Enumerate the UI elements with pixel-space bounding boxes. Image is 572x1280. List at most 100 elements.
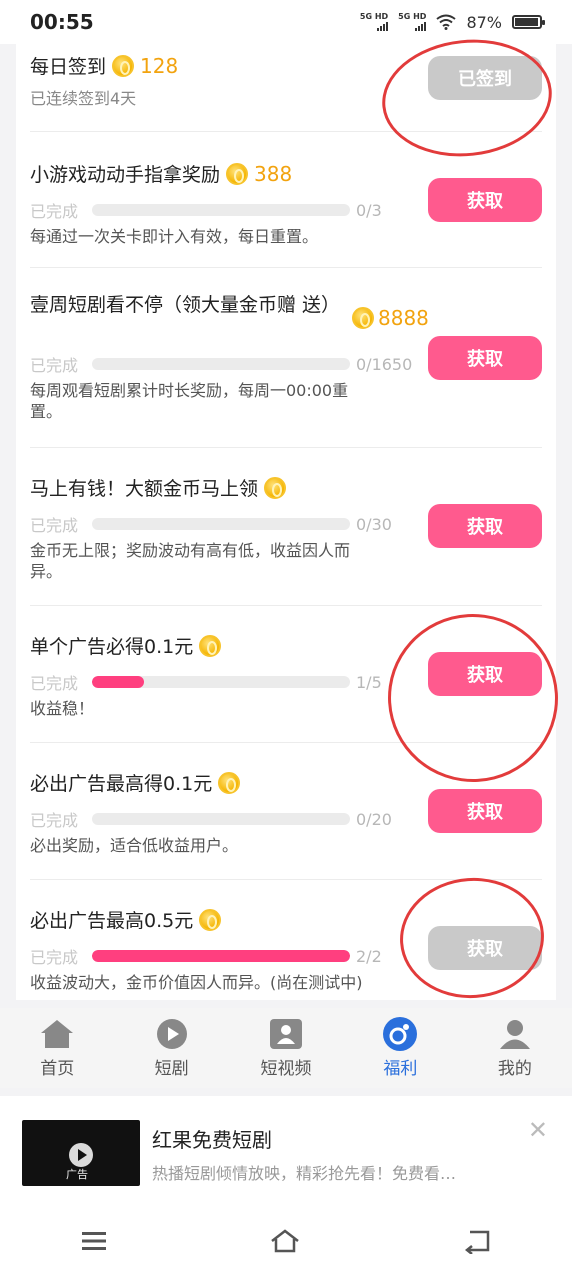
status-bar: 00:55 5G HD 5G HD 87% xyxy=(0,0,572,44)
reward: 8888 xyxy=(352,306,429,330)
ad-title: 红果免费短剧 xyxy=(152,1128,272,1152)
claim-button[interactable]: 获取 xyxy=(428,336,542,380)
task-title-text-2: 送） xyxy=(302,294,341,316)
progress-fill xyxy=(92,950,350,962)
progress-count: 1/5 xyxy=(356,672,382,692)
signal-icon-2: 5G HD xyxy=(398,12,427,31)
tab-short-video[interactable]: 短视频 xyxy=(229,1008,343,1088)
task-title: 马上有钱！大额金币马上领 xyxy=(30,474,287,501)
task-title-text: 必出广告最高得0.1元 xyxy=(30,773,213,795)
close-icon[interactable]: ✕ xyxy=(528,1116,548,1144)
task-title: 壹周短剧看不停（领大量金币赠 送） xyxy=(30,292,350,318)
task-title-text: 马上有钱！大额金币马上领 xyxy=(30,478,259,500)
done-label: 已完成 xyxy=(30,202,79,221)
tab-label: 福利 xyxy=(383,1058,418,1079)
progress-bar xyxy=(92,676,350,688)
ad-banner[interactable]: 广告 红果免费短剧 热播短剧倾情放映，精彩抢先看！免费看… ✕ xyxy=(0,1096,572,1206)
task-title: 每日签到 128 xyxy=(30,52,178,79)
task-desc: 收益波动大，金币价值因人而异。(尚在测试中) xyxy=(30,973,363,992)
done-label: 已完成 xyxy=(30,356,79,375)
done-label: 已完成 xyxy=(30,674,79,693)
tab-profile[interactable]: 我的 xyxy=(458,1008,572,1088)
task-desc: 金币无上限；奖励波动有高有低，收益因人而 异。 xyxy=(30,540,350,582)
progress-count: 0/3 xyxy=(356,200,382,220)
task-desc: 收益稳！ xyxy=(30,699,95,718)
coin-icon xyxy=(226,162,249,185)
coin-icon xyxy=(199,634,222,657)
progress-bar xyxy=(92,950,350,962)
done-label: 已完成 xyxy=(30,516,79,535)
task-list: 每日签到 128 已连续签到4天 已签到 小游戏动动手指拿奖励 388 已完成 … xyxy=(16,44,556,1000)
tab-label: 短剧 xyxy=(154,1058,189,1079)
task-title-text: 单个广告必得0.1元 xyxy=(30,636,194,658)
progress-count: 0/1650 xyxy=(356,354,413,374)
system-nav-bar xyxy=(0,1206,572,1280)
claim-button[interactable]: 获取 xyxy=(428,789,542,833)
task-desc: 每周观看短剧累计时长奖励，每周一00:00重 置。 xyxy=(30,380,348,422)
tab-label: 短视频 xyxy=(260,1058,312,1079)
progress-count: 2/2 xyxy=(356,946,382,966)
ad-tag: 广告 xyxy=(66,1168,88,1181)
tab-welfare[interactable]: 福利 xyxy=(343,1008,457,1088)
task-title-text: 必出广告最高0.5元 xyxy=(30,910,194,932)
ad-thumbnail[interactable]: 广告 xyxy=(22,1120,140,1186)
bottom-tab-bar: 首页 短剧 短视频 福利 我的 xyxy=(0,1008,572,1088)
menu-icon[interactable] xyxy=(80,1230,108,1256)
back-icon[interactable] xyxy=(462,1228,492,1258)
tab-home[interactable]: 首页 xyxy=(0,1008,114,1088)
welfare-icon xyxy=(382,1016,418,1051)
progress-row: 已完成 0/20 xyxy=(30,807,392,831)
task-title: 单个广告必得0.1元 xyxy=(30,632,222,659)
progress-bar xyxy=(92,358,350,370)
task-desc-line-1: 每周观看短剧累计时长奖励，每周一00:00重 xyxy=(30,381,349,400)
task-title: 小游戏动动手指拿奖励 388 xyxy=(30,160,292,187)
status-time: 00:55 xyxy=(30,10,94,34)
task-desc-line-2: 置。 xyxy=(30,402,63,421)
progress-row: 已完成 0/30 xyxy=(30,512,392,536)
task-title-text: 每日签到 xyxy=(30,56,107,78)
claim-button[interactable]: 获取 xyxy=(428,504,542,548)
progress-count: 0/30 xyxy=(356,514,392,534)
progress-bar xyxy=(92,518,350,530)
progress-bar xyxy=(92,204,350,216)
coin-icon xyxy=(218,771,241,794)
wifi-icon xyxy=(436,14,457,30)
task-title: 必出广告最高得0.1元 xyxy=(30,769,241,796)
task-title: 必出广告最高0.5元 xyxy=(30,906,222,933)
tab-label: 我的 xyxy=(497,1058,532,1079)
task-item-weekly-drama: 壹周短剧看不停（领大量金币赠 送） 8888 已完成 0/1650 每周观看短剧… xyxy=(30,268,542,448)
video-user-icon xyxy=(268,1018,304,1050)
progress-bar xyxy=(92,813,350,825)
task-title-text: 壹周短剧看不停（领大量金币赠 xyxy=(30,294,297,316)
tab-drama[interactable]: 短剧 xyxy=(114,1008,228,1088)
task-desc: 必出奖励，适合低收益用户。 xyxy=(30,836,239,855)
progress-row: 已完成 0/1650 xyxy=(30,352,412,376)
coin-icon xyxy=(264,476,287,499)
progress-row: 已完成 2/2 xyxy=(30,944,382,968)
task-item-big-coins: 马上有钱！大额金币马上领 已完成 0/30 金币无上限；奖励波动有高有低，收益因… xyxy=(30,448,542,606)
progress-row: 已完成 1/5 xyxy=(30,670,382,694)
done-label: 已完成 xyxy=(30,811,79,830)
coin-icon xyxy=(199,908,222,931)
progress-row: 已完成 0/3 xyxy=(30,198,382,222)
home-nav-icon[interactable] xyxy=(269,1228,301,1258)
network-label-2: 5G HD xyxy=(398,12,427,21)
play-icon xyxy=(154,1018,190,1050)
profile-icon xyxy=(497,1018,533,1050)
coin-icon xyxy=(352,307,374,329)
progress-count: 0/20 xyxy=(356,809,392,829)
network-label-1: 5G HD xyxy=(359,12,389,21)
status-icons: 5G HD 5G HD 87% xyxy=(359,12,545,32)
coin-icon xyxy=(112,54,135,77)
claim-button[interactable]: 获取 xyxy=(428,178,542,222)
task-desc: 已连续签到4天 xyxy=(30,89,137,108)
task-desc: 每通过一次关卡即计入有效，每日重置。 xyxy=(30,227,319,246)
home-icon xyxy=(39,1018,75,1050)
battery-icon xyxy=(512,15,545,29)
done-label: 已完成 xyxy=(30,948,79,967)
task-title-text: 小游戏动动手指拿奖励 xyxy=(30,164,221,186)
reward-amount: 388 xyxy=(254,161,293,186)
tab-label: 首页 xyxy=(40,1058,75,1079)
progress-fill xyxy=(92,676,144,688)
task-desc-line-2: 异。 xyxy=(30,562,63,581)
